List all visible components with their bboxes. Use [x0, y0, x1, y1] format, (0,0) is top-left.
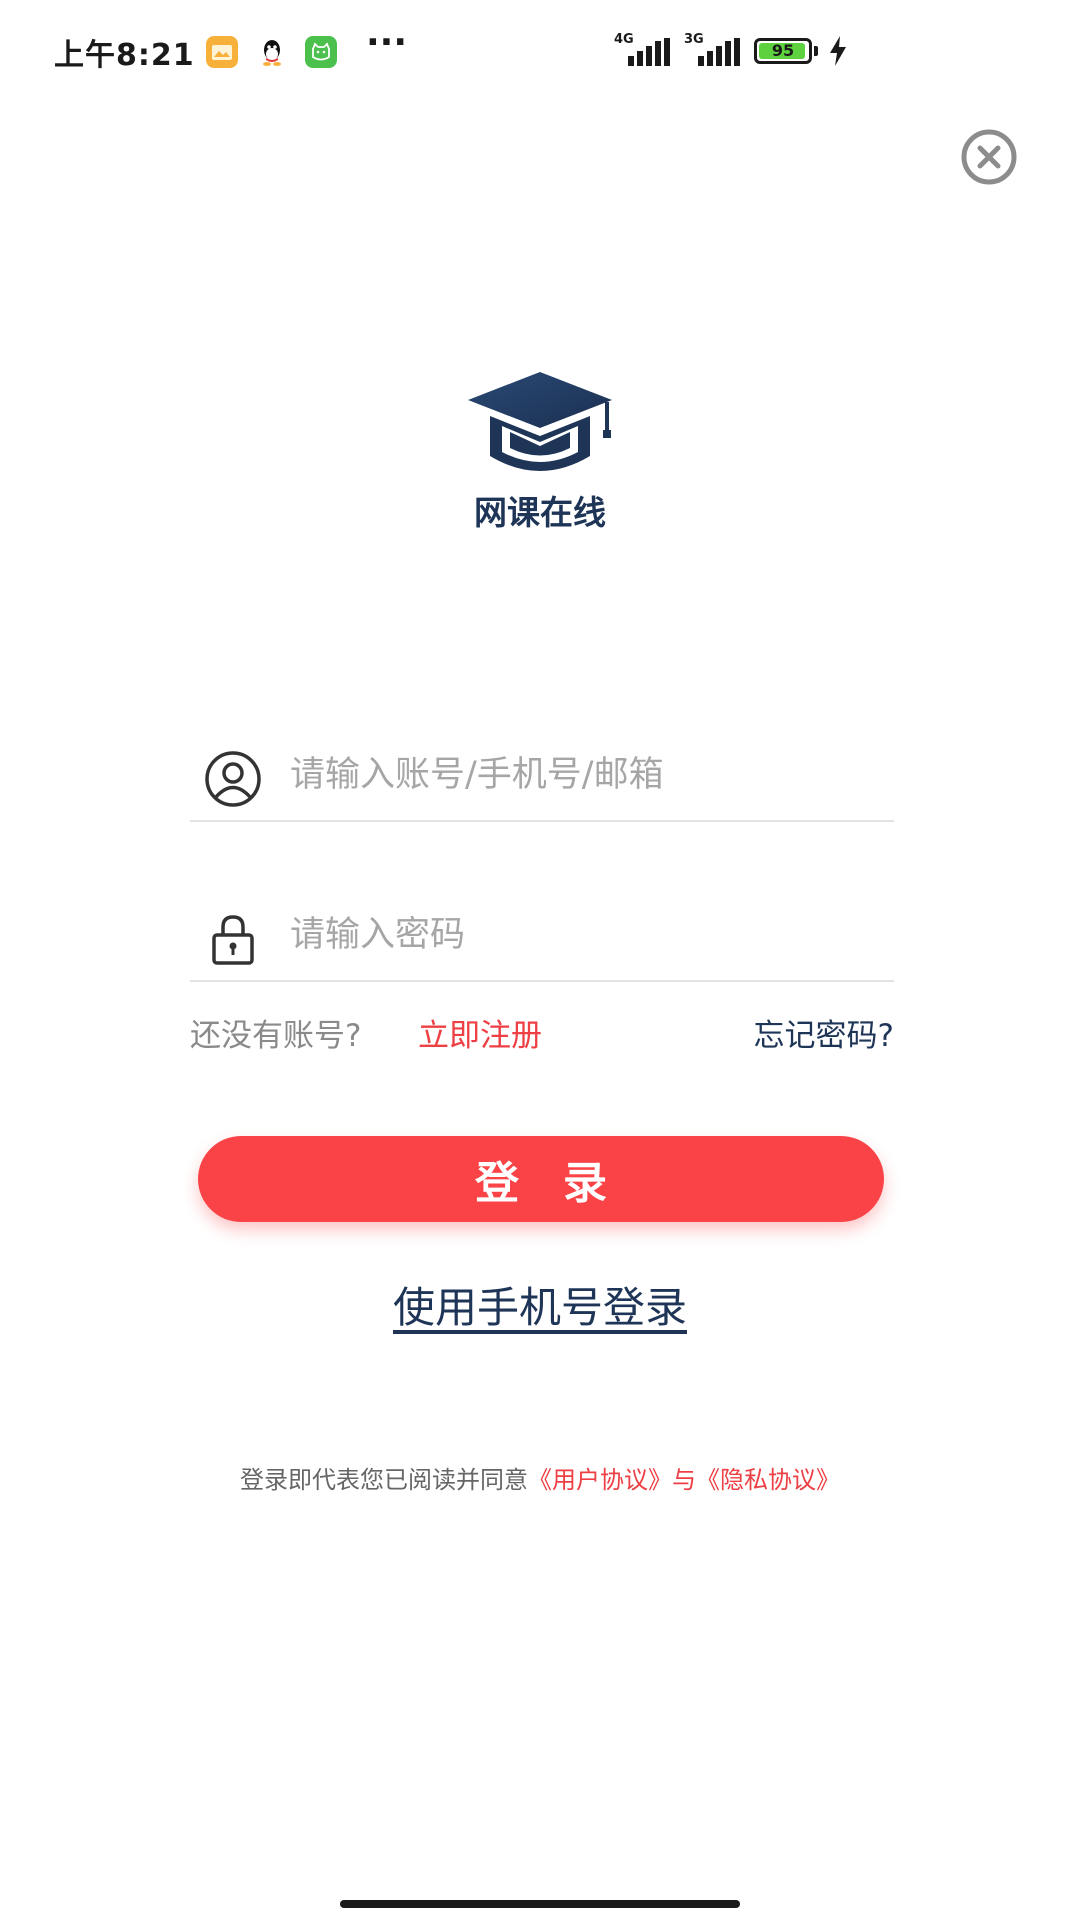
- password-input[interactable]: [290, 904, 880, 966]
- agreement-notice: 登录即代表您已阅读并同意《用户协议》与《隐私协议》: [0, 1460, 1080, 1495]
- no-account-text: 还没有账号?: [190, 1018, 362, 1054]
- status-bar: 上午8:21 ··· 4G 3G 95: [0, 0, 1080, 100]
- password-field: [190, 892, 894, 982]
- phone-login-link[interactable]: 使用手机号登录: [0, 1274, 1080, 1335]
- login-button[interactable]: 登 录: [198, 1136, 884, 1222]
- app-logo: 网课在线: [452, 368, 628, 532]
- charging-icon: [830, 36, 846, 66]
- battery-percent: 95: [771, 41, 795, 60]
- pet-icon: [305, 36, 337, 68]
- forgot-password-link[interactable]: 忘记密码?: [754, 1010, 894, 1055]
- status-time: 上午8:21: [54, 38, 195, 73]
- login-screen: 上午8:21 ··· 4G 3G 95 网课在线 请输入账号/手机号/邮箱 还没…: [0, 0, 1080, 1920]
- lock-icon: [212, 915, 254, 965]
- user-agreement-link[interactable]: 《用户协议》: [528, 1466, 672, 1494]
- graduation-cap-icon: [468, 372, 612, 471]
- files-icon: [206, 36, 238, 68]
- battery-tip: [814, 46, 818, 56]
- user-icon: [205, 751, 261, 807]
- account-field: [190, 732, 894, 822]
- account-links-row: 还没有账号? 立即注册 忘记密码?: [190, 1004, 894, 1054]
- account-input[interactable]: [290, 744, 880, 806]
- logo-text: 网课在线: [474, 493, 606, 532]
- agreement-prefix: 登录即代表您已阅读并同意: [240, 1466, 528, 1494]
- agreement-and: 与: [672, 1466, 696, 1494]
- more-notifications-icon: ···: [366, 22, 408, 63]
- qq-icon: [256, 36, 288, 68]
- close-circle-icon[interactable]: [960, 128, 1018, 186]
- battery-icon: 95: [754, 38, 812, 64]
- privacy-agreement-link[interactable]: 《隐私协议》: [696, 1466, 840, 1494]
- register-link[interactable]: 立即注册: [418, 1010, 542, 1055]
- home-indicator[interactable]: [340, 1900, 740, 1908]
